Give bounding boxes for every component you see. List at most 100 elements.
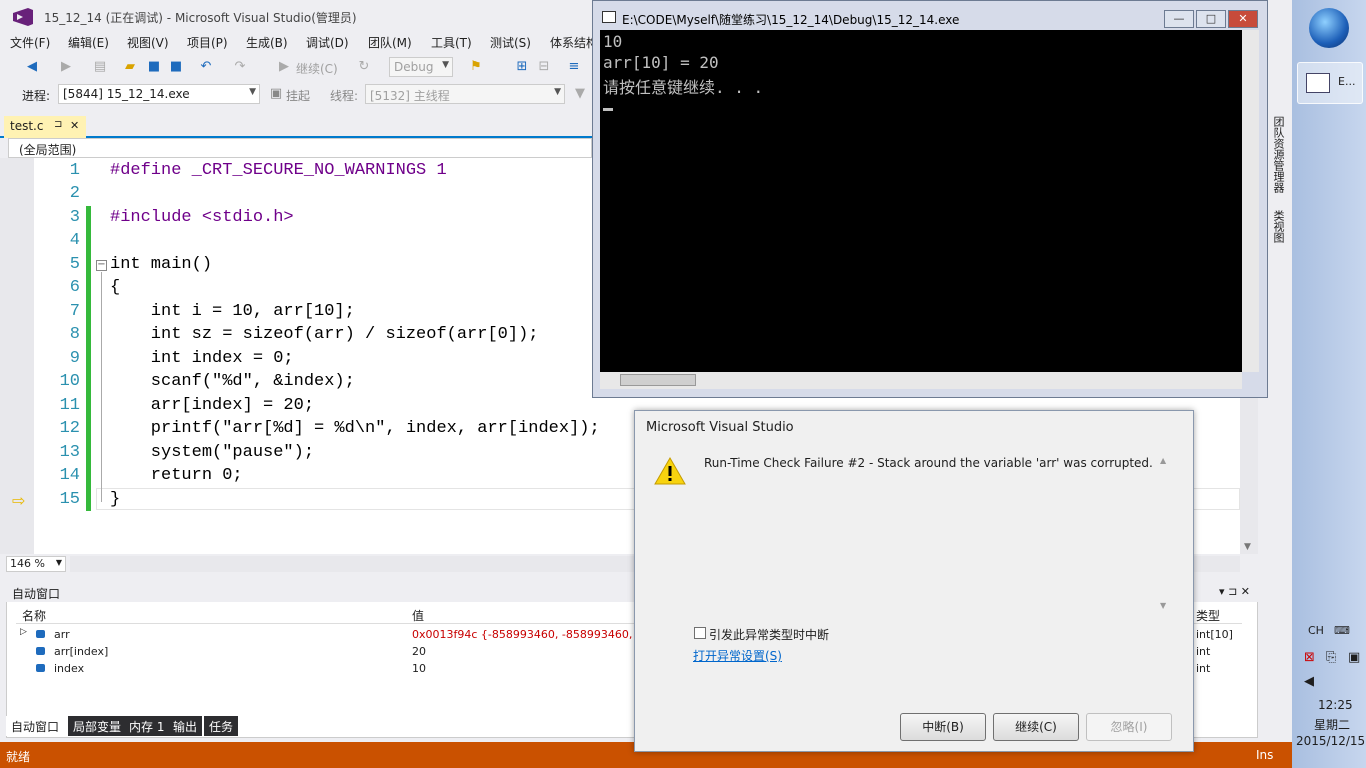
continue-label[interactable]: 继续(C) (296, 60, 338, 77)
col-value[interactable]: 值 (412, 607, 424, 624)
menu-architecture[interactable]: 体系结构 (550, 34, 598, 51)
break-on-exception-checkbox[interactable] (694, 627, 706, 639)
var-type: int (1196, 645, 1211, 658)
console-line: arr[10] = 20 (603, 53, 719, 72)
code-line[interactable]: int main() (110, 255, 212, 274)
tab-memory[interactable]: 内存 1 (124, 716, 170, 736)
line-number: 14 (59, 466, 80, 485)
close-button[interactable]: ✕ (1228, 10, 1258, 28)
code-line[interactable]: int sz = sizeof(arr) / sizeof(arr[0]); (110, 325, 539, 344)
scope-dropdown[interactable]: (全局范围) (8, 138, 592, 158)
var-type: int (1196, 662, 1211, 675)
process-select[interactable]: [5844] 15_12_14.exe ▼ (58, 84, 260, 104)
ime-indicator[interactable]: CH (1308, 624, 1324, 637)
code-line[interactable]: #include <stdio.h> (110, 208, 294, 227)
volume-icon[interactable]: ◀ (1304, 674, 1314, 689)
maximize-button[interactable]: □ (1196, 10, 1226, 28)
code-line[interactable]: arr[index] = 20; (110, 396, 314, 415)
continue-icon[interactable]: ▶ (276, 59, 292, 75)
scroll-thumb[interactable] (620, 374, 696, 386)
var-name: arr (54, 628, 70, 641)
pin-icon[interactable]: ⊐ (54, 119, 62, 130)
col-type[interactable]: 类型 (1196, 607, 1220, 624)
menu-team[interactable]: 团队(M) (368, 34, 412, 51)
find-icon[interactable]: ⚑ (468, 59, 484, 75)
code-line[interactable]: return 0; (110, 466, 243, 485)
code-line[interactable]: { (110, 278, 120, 297)
menu-project[interactable]: 项目(P) (187, 34, 228, 51)
menu-build[interactable]: 生成(B) (246, 34, 288, 51)
keyboard-icon[interactable]: ⌨ (1334, 624, 1350, 637)
menu-tools[interactable]: 工具(T) (431, 34, 472, 51)
start-button[interactable] (1309, 8, 1349, 48)
col-name[interactable]: 名称 (22, 607, 46, 624)
tab-test-c[interactable]: test.c ⊐ ✕ (4, 116, 86, 138)
code-line[interactable]: int index = 0; (110, 349, 294, 368)
tab-tasks[interactable]: 任务 (204, 716, 239, 736)
suspend-icon[interactable]: ▣ (268, 86, 284, 102)
clock-weekday[interactable]: 星期二 (1314, 716, 1350, 733)
code-line[interactable]: system("pause"); (110, 443, 314, 462)
network-icon[interactable]: ⊠ (1304, 650, 1315, 665)
console-vscrollbar[interactable] (1242, 30, 1259, 372)
display-icon[interactable]: ▣ (1348, 650, 1360, 665)
back-icon[interactable]: ◀ (24, 59, 40, 75)
var-value[interactable]: 0x0013f94c {-858993460, -858993460, -858… (412, 628, 668, 641)
forward-icon[interactable]: ▶ (58, 59, 74, 75)
zoom-select[interactable]: 146 % ▼ (6, 556, 66, 572)
exception-settings-link[interactable]: 打开异常设置(S) (693, 647, 782, 664)
refresh-icon[interactable]: ↻ (356, 59, 372, 75)
menu-view[interactable]: 视图(V) (127, 34, 169, 51)
layout2-icon[interactable]: ⊟ (536, 59, 552, 75)
console-hscrollbar[interactable] (600, 372, 1242, 389)
variable-icon (36, 630, 45, 638)
ignore-button[interactable]: 忽略(I) (1086, 713, 1172, 741)
undo-icon[interactable]: ↶ (198, 59, 214, 75)
close-tab-icon[interactable]: ✕ (70, 119, 79, 132)
code-line[interactable]: int i = 10, arr[10]; (110, 302, 355, 321)
code-line[interactable]: #define _CRT_SECURE_NO_WARNINGS 1 (110, 161, 447, 180)
system-tray: CH ⌨ ⊠ ⎘ ▣ ◀ 12:25 星期二 2015/12/15 (1296, 612, 1365, 762)
thread-select[interactable]: [5132] 主线程 ▼ (365, 84, 565, 104)
menu-file[interactable]: 文件(F) (10, 34, 50, 51)
suspend-label[interactable]: 挂起 (286, 87, 310, 104)
console-line: 10 (603, 32, 623, 51)
clock-date[interactable]: 2015/12/15 (1296, 734, 1365, 748)
panel-controls-icon[interactable]: ▾ ⊐ ✕ (1219, 585, 1250, 598)
code-line[interactable]: } (110, 490, 120, 509)
menu-edit[interactable]: 编辑(E) (68, 34, 109, 51)
menu-debug[interactable]: 调试(D) (306, 34, 349, 51)
team-explorer-tab[interactable]: 团队资源管理器 (1270, 116, 1286, 193)
comment-icon[interactable]: ≡ (566, 59, 582, 75)
config-select[interactable]: Debug ▼ (389, 57, 453, 77)
class-view-tab[interactable]: 类视图 (1270, 210, 1286, 243)
checkbox-label[interactable]: 引发此异常类型时中断 (709, 626, 829, 643)
var-value[interactable]: 10 (412, 662, 426, 675)
message-scrollbar[interactable]: ▲ ▼ (1158, 454, 1172, 610)
save-icon[interactable]: ■ (146, 59, 162, 75)
tab-locals[interactable]: 局部变量 (68, 716, 127, 736)
tab-output[interactable]: 输出 (168, 716, 203, 736)
break-button[interactable]: 中断(B) (900, 713, 986, 741)
scroll-down-icon[interactable]: ▼ (1244, 542, 1251, 552)
taskbar-app-button[interactable]: E... (1297, 62, 1363, 104)
line-number: 12 (59, 419, 80, 438)
clock-time[interactable]: 12:25 (1318, 698, 1353, 712)
save-all-icon[interactable]: ■ (168, 59, 184, 75)
minimize-button[interactable]: — (1164, 10, 1194, 28)
continue-button[interactable]: 继续(C) (993, 713, 1079, 741)
collapse-icon[interactable]: − (96, 260, 107, 271)
expand-icon[interactable]: ▷ (20, 627, 27, 637)
tab-autos[interactable]: 自动窗口 (6, 716, 65, 736)
menu-test[interactable]: 测试(S) (490, 34, 531, 51)
code-line[interactable]: printf("arr[%d] = %d\n", index, arr[inde… (110, 419, 600, 438)
open-folder-icon[interactable]: ▰ (122, 59, 138, 75)
code-line[interactable]: scanf("%d", &index); (110, 372, 355, 391)
redo-icon[interactable]: ↷ (232, 59, 248, 75)
var-value[interactable]: 20 (412, 645, 426, 658)
layout-icon[interactable]: ⊞ (514, 59, 530, 75)
dialog-title: Microsoft Visual Studio (646, 420, 794, 435)
filter-icon[interactable]: ▼ (572, 86, 588, 102)
usb-icon[interactable]: ⎘ (1326, 650, 1336, 665)
new-project-icon[interactable]: ▤ (92, 59, 108, 75)
